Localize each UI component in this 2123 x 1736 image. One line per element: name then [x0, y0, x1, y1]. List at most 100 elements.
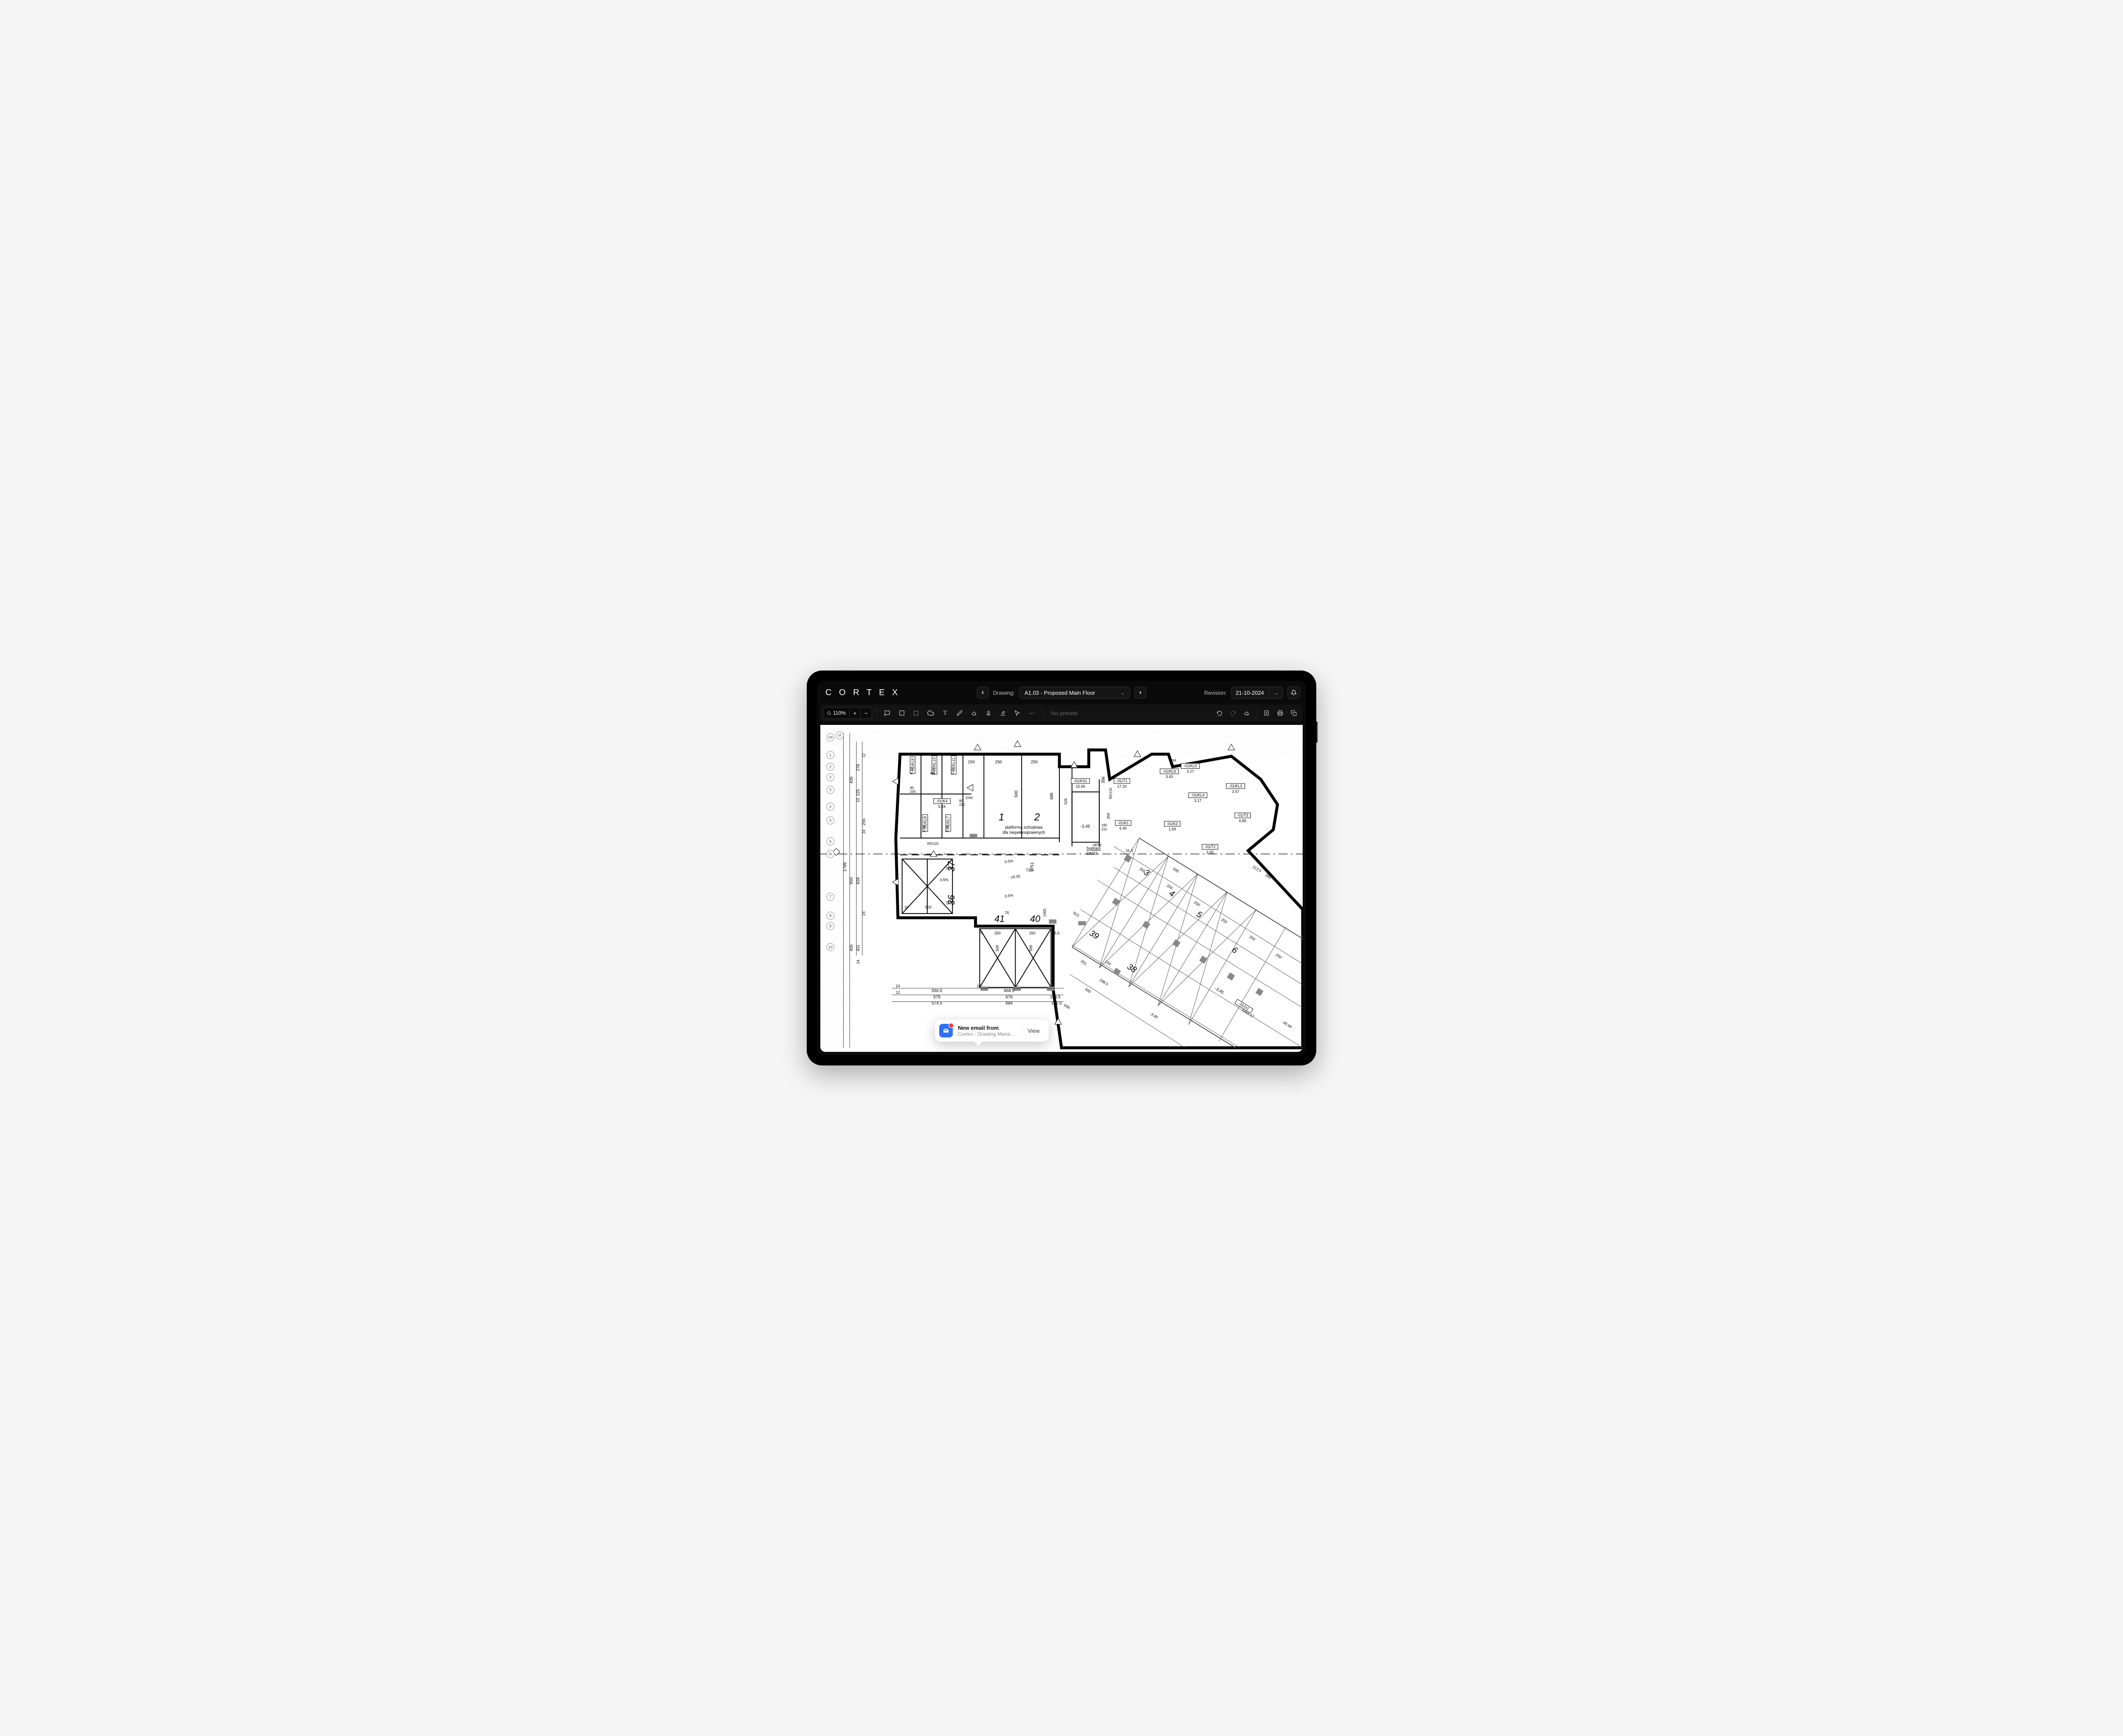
- svg-text:-01/KS1: -01/KS1: [1073, 779, 1087, 783]
- svg-text:W4: W4: [1171, 759, 1176, 763]
- svg-text:626: 626: [856, 877, 861, 884]
- svg-text:-01/K4: -01/K4: [936, 799, 947, 803]
- redo-button[interactable]: [1227, 707, 1239, 719]
- svg-text:-01/KL6: -01/KL6: [1163, 769, 1176, 773]
- svg-text:-01/T2: -01/T2: [1205, 845, 1216, 849]
- svg-text:-01/K3: -01/K3: [1167, 822, 1178, 826]
- svg-text:HP33: HP33: [1093, 843, 1101, 847]
- copy-button[interactable]: [1287, 707, 1300, 719]
- pen-tool[interactable]: [953, 707, 966, 719]
- svg-text:80: 80: [959, 799, 963, 803]
- highlighter-tool[interactable]: [997, 707, 1009, 719]
- clear-button[interactable]: [1240, 707, 1253, 719]
- svg-text:REI120: REI120: [1109, 788, 1113, 799]
- svg-text:3.27: 3.27: [1187, 769, 1194, 773]
- divider: [1269, 690, 1270, 696]
- svg-text:8: 8: [829, 913, 831, 918]
- svg-text:DN33: DN33: [1087, 851, 1098, 856]
- svg-text:24: 24: [856, 960, 860, 964]
- svg-text:VII: VII: [828, 735, 833, 739]
- square-icon: [899, 710, 905, 716]
- svg-text:276: 276: [856, 764, 861, 771]
- svg-text:17.20: 17.20: [1117, 784, 1126, 789]
- undo-icon: [1216, 710, 1222, 716]
- selection-tool[interactable]: [910, 707, 923, 719]
- zoom-in-button[interactable]: +: [850, 707, 861, 719]
- svg-text:1751: 1751: [1030, 862, 1035, 872]
- print-button[interactable]: [1274, 707, 1287, 719]
- zoom-value[interactable]: 110%: [823, 708, 850, 718]
- bell-icon: [1291, 690, 1297, 696]
- svg-text:3.56: 3.56: [945, 825, 949, 832]
- svg-text:41: 41: [994, 913, 1005, 924]
- svg-text:2: 2: [1034, 812, 1040, 823]
- svg-text:108.5: 108.5: [1050, 995, 1061, 1000]
- notification-text: New email from Cortex - Drawing Mana...: [958, 1025, 1014, 1037]
- tablet-frame: C O R T E X Drawing: A1.03 - Proposed Ma…: [807, 671, 1316, 1065]
- svg-text:W4: W4: [930, 771, 935, 775]
- badge-icon: [949, 1023, 954, 1028]
- notifications-button[interactable]: [1287, 686, 1300, 699]
- separator: [876, 709, 877, 717]
- svg-text:12: 12: [862, 753, 866, 758]
- text-tool[interactable]: T: [939, 707, 952, 719]
- more-tools-button[interactable]: ⋯: [1025, 707, 1038, 719]
- svg-text:15.5: 15.5: [1052, 931, 1059, 936]
- svg-text:205: 205: [910, 790, 916, 794]
- svg-text:101.5: 101.5: [1051, 1001, 1062, 1006]
- undo-button[interactable]: [1213, 707, 1226, 719]
- svg-text:250: 250: [995, 760, 1002, 765]
- app-logo: C O R T E X: [823, 688, 900, 698]
- view-button[interactable]: View: [1022, 1025, 1045, 1037]
- drawing-canvas[interactable]: VII 1 2 3 V 4 5 6 IV 7 8 9 10 VI: [820, 725, 1303, 1052]
- svg-text:668.5: 668.5: [1004, 989, 1014, 993]
- svg-text:VI: VI: [838, 733, 841, 737]
- export-button[interactable]: [1260, 707, 1273, 719]
- svg-text:-3,45: -3,45: [1080, 824, 1090, 829]
- svg-text:650: 650: [849, 877, 854, 884]
- svg-text:500: 500: [1029, 945, 1033, 951]
- svg-text:3.57: 3.57: [1232, 789, 1239, 794]
- redo-icon: [1230, 710, 1236, 716]
- highlighter-icon: [1000, 710, 1006, 716]
- comment-tool[interactable]: [881, 707, 894, 719]
- drawing-select[interactable]: A1.03 - Proposed Main Floor ⌄: [1019, 687, 1130, 699]
- zoom-out-button[interactable]: −: [861, 707, 872, 719]
- header-bar: C O R T E X Drawing: A1.03 - Proposed Ma…: [817, 681, 1306, 705]
- svg-text:526: 526: [1064, 798, 1068, 805]
- eraser-tool[interactable]: [968, 707, 980, 719]
- cloud-icon: [927, 710, 934, 716]
- svg-text:3.55: 3.55: [1206, 850, 1214, 854]
- svg-text:4: 4: [829, 804, 831, 809]
- svg-text:V: V: [829, 788, 832, 792]
- text-icon: T: [943, 710, 947, 717]
- svg-text:3.73: 3.73: [950, 767, 955, 775]
- svg-text:3.48: 3.48: [922, 825, 926, 832]
- svg-text:250: 250: [994, 931, 1001, 936]
- svg-text:24: 24: [862, 911, 866, 916]
- svg-text:-01/T1: -01/T1: [1116, 779, 1127, 783]
- svg-text:1: 1: [829, 753, 831, 757]
- rectangle-tool[interactable]: [895, 707, 908, 719]
- svg-text:-01/KL4: -01/KL4: [1191, 793, 1204, 798]
- svg-text:31.5: 31.5: [1126, 848, 1133, 853]
- svg-text:1: 1: [999, 812, 1004, 823]
- svg-text:250: 250: [1029, 931, 1036, 936]
- svg-text:3.43: 3.43: [1166, 775, 1173, 779]
- blueprint: VII 1 2 3 V 4 5 6 IV 7 8 9 10 VI: [820, 725, 1303, 1052]
- separator: [1042, 709, 1043, 717]
- svg-text:250: 250: [1031, 760, 1038, 765]
- stamp-tool[interactable]: [982, 707, 995, 719]
- svg-text:500: 500: [925, 905, 932, 909]
- prev-drawing-button[interactable]: [977, 687, 989, 699]
- cloud-tool[interactable]: [924, 707, 937, 719]
- svg-text:10: 10: [828, 945, 833, 949]
- svg-text:40: 40: [1030, 913, 1040, 924]
- email-notification: New email from Cortex - Drawing Mana... …: [935, 1020, 1049, 1042]
- svg-text:5: 5: [829, 818, 831, 823]
- revision-select[interactable]: 21-10-2024 ⌄: [1231, 687, 1283, 699]
- svg-text:4.12: 4.12: [909, 767, 913, 775]
- svg-text:REI120: REI120: [927, 842, 939, 845]
- next-drawing-button[interactable]: [1134, 687, 1146, 699]
- pointer-tool[interactable]: [1011, 707, 1024, 719]
